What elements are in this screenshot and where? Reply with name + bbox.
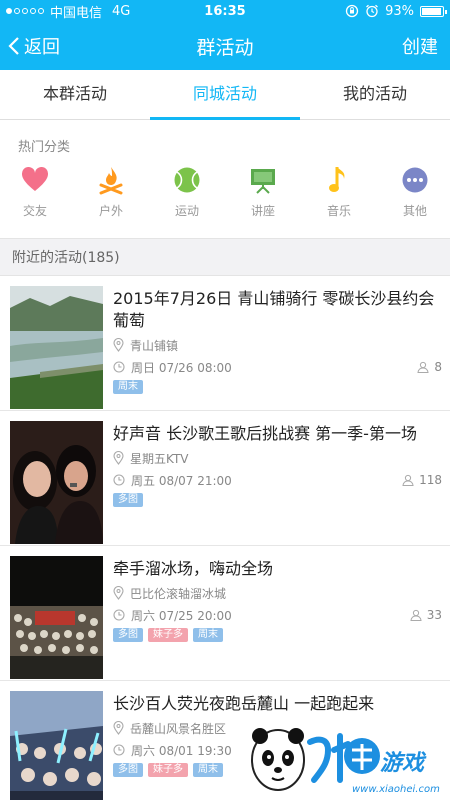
category-label: 音乐 — [326, 204, 351, 218]
tag-many-girls: 妹子多 — [148, 763, 188, 777]
back-button[interactable]: 返回 — [8, 33, 60, 59]
event-time-text: 周五 08/07 21:00 — [131, 473, 232, 488]
event-item[interactable]: 好声音 长沙歌王歌后挑战赛 第一季-第一场 星期五KTV 周五 08/07 21… — [0, 411, 450, 546]
hot-categories-label: 热门分类 — [18, 140, 71, 155]
event-location-text: 星期五KTV — [130, 451, 189, 466]
event-tags: 多图 — [113, 493, 442, 507]
event-time-text: 周六 07/25 20:00 — [131, 608, 232, 623]
event-tags: 多图 妹子多 周末 — [113, 628, 442, 642]
tag-weekend: 周末 — [193, 763, 223, 777]
category-label: 其他 — [402, 204, 427, 218]
event-thumbnail — [10, 421, 103, 544]
category-row: 交友 户外 运动 讲座 音乐 其他 — [0, 160, 450, 238]
tab-group-events[interactable]: 本群活动 — [0, 70, 150, 119]
tab-my-events[interactable]: 我的活动 — [300, 70, 450, 119]
back-label: 返回 — [24, 37, 60, 58]
tag-multi-photo: 多图 — [113, 763, 143, 777]
category-label: 交友 — [22, 204, 47, 218]
event-time-text: 周日 07/26 08:00 — [131, 360, 232, 375]
event-item[interactable]: 2015年7月26日 青山铺骑行 零碳长沙县约会葡萄 青山铺镇 周日 07/26… — [0, 276, 450, 411]
music-note-icon — [329, 167, 345, 192]
event-title: 牵手溜冰场，嗨动全场 — [113, 559, 274, 578]
page-title: 群活动 — [196, 36, 254, 59]
status-bar: 中国电信 4G 16:35 93% — [0, 0, 450, 22]
person-icon — [402, 474, 414, 486]
event-location-text: 青山铺镇 — [130, 338, 179, 353]
create-button[interactable]: 创建 — [402, 33, 442, 59]
top-bar: 中国电信 4G 16:35 93% 返回 群活动 创建 — [0, 0, 450, 70]
participant-count-text: 118 — [419, 473, 442, 487]
category-sports[interactable]: 运动 — [157, 160, 217, 238]
watermark-logo: 游戏 www.xiaohei.com — [248, 720, 444, 796]
clock-icon — [113, 744, 125, 756]
status-time: 16:35 — [204, 3, 246, 19]
nearby-events-header: 附近的活动(185) — [0, 238, 450, 276]
location-pin-icon — [113, 338, 124, 352]
person-icon — [417, 361, 429, 373]
event-item[interactable]: 牵手溜冰场，嗨动全场 巴比伦滚轴溜冰城 周六 07/25 20:00 33 多图… — [0, 546, 450, 681]
tennis-ball-icon — [174, 167, 200, 193]
event-location-text: 岳麓山风景名胜区 — [130, 721, 227, 736]
category-dating[interactable]: 交友 — [5, 160, 65, 238]
tag-multi-photo: 多图 — [113, 628, 143, 642]
battery-icon — [420, 5, 447, 17]
category-label: 运动 — [174, 204, 199, 218]
event-location-text: 巴比伦滚轴溜冰城 — [130, 586, 227, 601]
location-pin-icon — [113, 451, 124, 465]
event-time: 周五 08/07 21:00 118 — [113, 471, 442, 489]
category-other[interactable]: 其他 — [385, 160, 445, 238]
tag-many-girls: 妹子多 — [148, 628, 188, 642]
participant-count: 8 — [417, 360, 442, 374]
event-time: 周六 07/25 20:00 33 — [113, 606, 442, 624]
event-thumbnail — [10, 556, 103, 679]
event-location: 青山铺镇 — [113, 336, 442, 354]
clock-icon — [113, 361, 125, 373]
event-tags: 周末 — [113, 380, 442, 394]
tag-weekend: 周末 — [113, 380, 143, 394]
location-pin-icon — [113, 721, 124, 735]
more-dots-icon — [402, 167, 428, 193]
clock-icon — [113, 609, 125, 621]
participant-count-text: 33 — [426, 608, 442, 622]
chevron-left-icon — [8, 37, 19, 55]
participant-count: 33 — [410, 608, 442, 622]
category-label: 讲座 — [250, 204, 275, 218]
tag-weekend: 周末 — [193, 628, 223, 642]
person-icon — [410, 609, 422, 621]
category-lecture[interactable]: 讲座 — [233, 160, 293, 238]
event-title: 好声音 长沙歌王歌后挑战赛 第一季-第一场 — [113, 424, 417, 443]
event-title: 2015年7月26日 青山铺骑行 零碳长沙县约会葡萄 — [113, 289, 435, 330]
tab-bar: 本群活动 同城活动 我的活动 — [0, 70, 450, 120]
clock-icon — [113, 474, 125, 486]
event-thumbnail — [10, 286, 103, 409]
participant-count: 118 — [402, 473, 442, 487]
event-title: 长沙百人荧光夜跑岳麓山 一起跑起来 — [113, 694, 375, 713]
svg-text:www.xiaohei.com: www.xiaohei.com — [352, 784, 440, 795]
tag-multi-photo: 多图 — [113, 493, 143, 507]
event-time-text: 周六 08/01 19:30 — [131, 743, 232, 758]
tab-local-events[interactable]: 同城活动 — [150, 70, 300, 120]
event-time: 周日 07/26 08:00 8 — [113, 358, 442, 376]
nav-bar: 返回 群活动 创建 — [0, 22, 450, 70]
svg-text:游戏: 游戏 — [380, 751, 427, 776]
campfire-icon — [99, 167, 123, 195]
presentation-board-icon — [251, 169, 275, 194]
category-label: 户外 — [98, 204, 123, 218]
event-location: 巴比伦滚轴溜冰城 — [113, 584, 442, 602]
location-pin-icon — [113, 586, 124, 600]
event-thumbnail — [10, 691, 103, 800]
event-location: 星期五KTV — [113, 449, 442, 467]
heart-icon — [21, 167, 49, 191]
participant-count-text: 8 — [434, 360, 442, 374]
category-music[interactable]: 音乐 — [309, 160, 369, 238]
category-outdoor[interactable]: 户外 — [81, 160, 141, 238]
